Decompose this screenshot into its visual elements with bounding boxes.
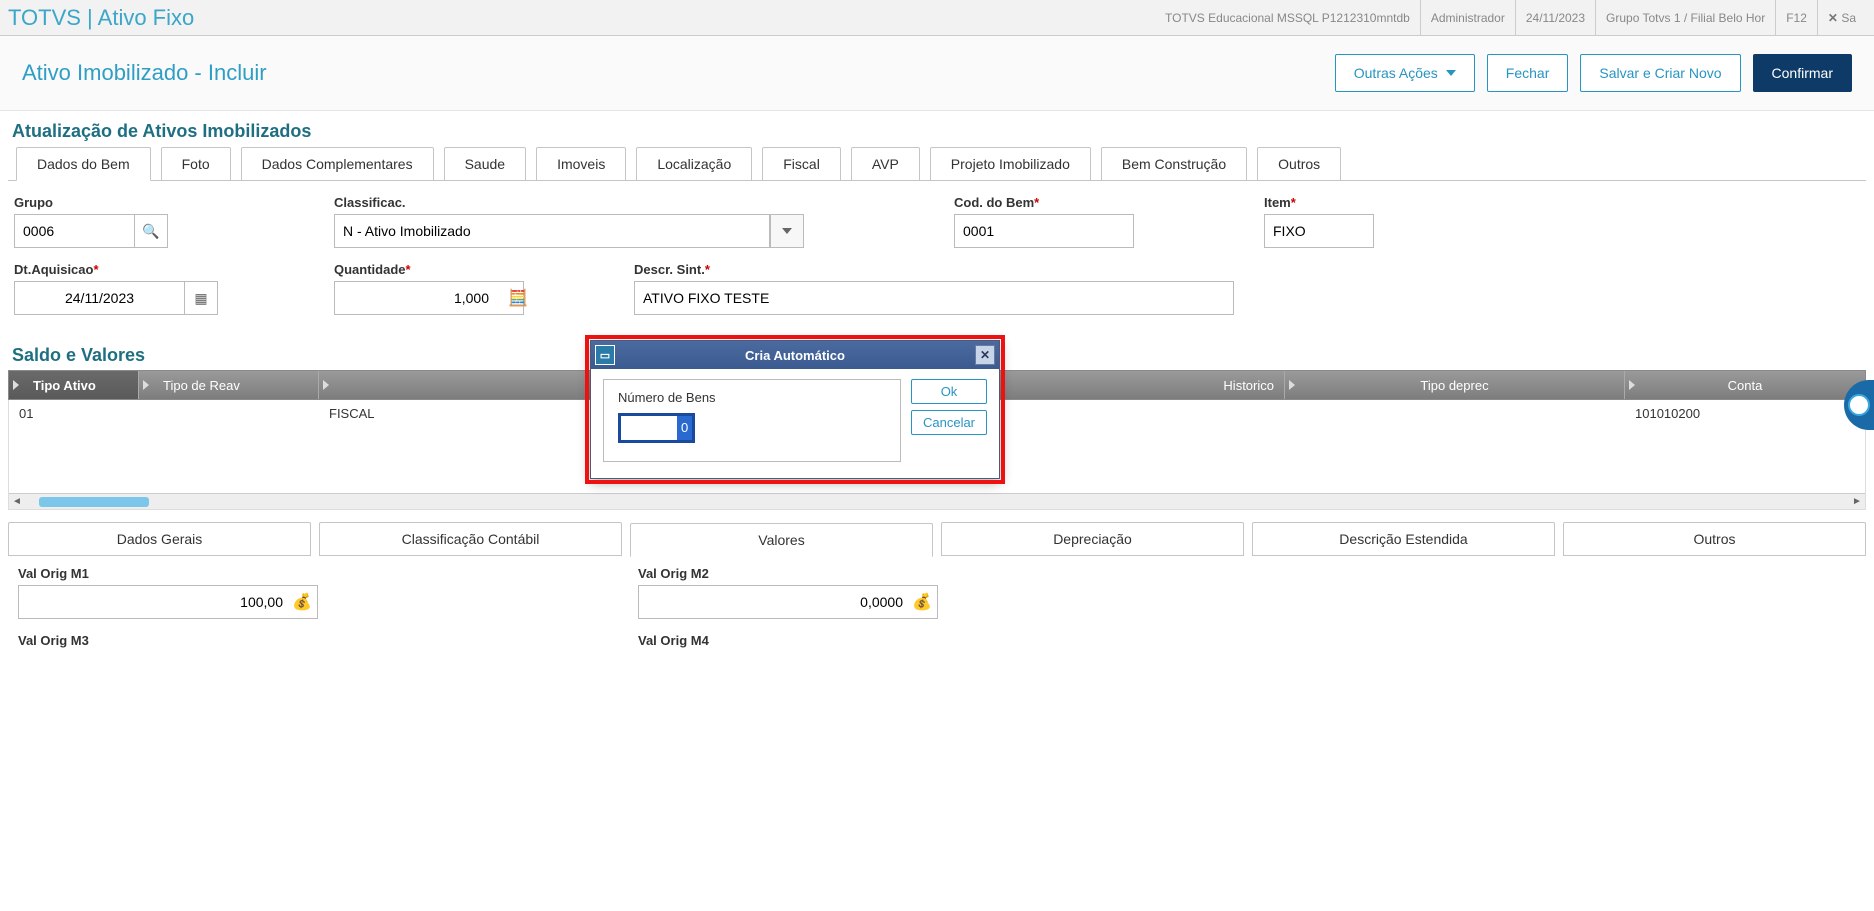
val-m4-label: Val Orig M4 [638, 633, 938, 648]
date-label: 24/11/2023 [1515, 0, 1595, 36]
tab-imoveis[interactable]: Imoveis [536, 147, 626, 181]
modal-cancel-button[interactable]: Cancelar [911, 410, 987, 435]
confirm-button[interactable]: Confirmar [1753, 54, 1852, 92]
descr-sint-label: Descr. Sint.* [634, 262, 1234, 277]
numero-bens-input-wrap[interactable]: 0 [618, 413, 695, 443]
numero-bens-input[interactable]: 0 [677, 416, 692, 440]
money-icon[interactable]: 💰 [292, 592, 312, 612]
modal-titlebar[interactable]: ▭ Cria Automático ✕ [591, 341, 999, 369]
tab-dados-complementares[interactable]: Dados Complementares [241, 147, 434, 181]
subtab-outros[interactable]: Outros [1563, 522, 1866, 556]
col-conta[interactable]: Conta [1728, 378, 1763, 393]
classificac-label: Classificac. [334, 195, 804, 210]
page-subtitle: Ativo Imobilizado - Incluir [22, 60, 267, 86]
app-title: TOTVS | Ativo Fixo [8, 5, 194, 31]
modal-title-text: Cria Automático [745, 348, 845, 363]
close-window[interactable]: ✕ Sa [1817, 0, 1866, 36]
tab-dados-do-bem[interactable]: Dados do Bem [16, 147, 151, 181]
dt-aquisicao-input[interactable] [14, 281, 184, 315]
money-icon[interactable]: 💰 [912, 592, 932, 612]
grupo-input[interactable] [14, 214, 134, 248]
tab-localizacao[interactable]: Localização [636, 147, 752, 181]
tab-bem-construcao[interactable]: Bem Construção [1101, 147, 1247, 181]
cell-conta: 101010200 [1625, 406, 1865, 421]
subtab-dados-gerais[interactable]: Dados Gerais [8, 522, 311, 556]
scroll-right-icon[interactable]: ► [1849, 494, 1865, 510]
env-label: TOTVS Educacional MSSQL P1212310mntdb [1155, 0, 1420, 36]
item-input[interactable] [1264, 214, 1374, 248]
close-icon: ✕ [980, 348, 990, 362]
tab-foto[interactable]: Foto [161, 147, 231, 181]
fkey-label[interactable]: F12 [1775, 0, 1817, 36]
close-button[interactable]: Fechar [1487, 54, 1569, 92]
item-label: Item* [1264, 195, 1374, 210]
descr-sint-input[interactable] [634, 281, 1234, 315]
window-icon: ▭ [595, 345, 615, 365]
quantidade-input[interactable] [334, 281, 524, 315]
val-m2-input[interactable] [638, 585, 938, 619]
subtab-descricao-estendida[interactable]: Descrição Estendida [1252, 522, 1555, 556]
user-label: Administrador [1420, 0, 1515, 36]
subtab-classificacao-contabil[interactable]: Classificação Contábil [319, 522, 622, 556]
calendar-icon: ▦ [194, 290, 207, 307]
modal-cria-automatico: ▭ Cria Automático ✕ Número de Bens 0 Ok … [590, 340, 1000, 479]
sort-indicator-icon [13, 380, 19, 390]
val-m1-label: Val Orig M1 [18, 566, 318, 581]
help-icon [1848, 394, 1870, 416]
scroll-thumb[interactable] [39, 497, 149, 507]
subtab-depreciacao[interactable]: Depreciação [941, 522, 1244, 556]
grupo-label: Grupo [14, 195, 174, 210]
val-m1-input[interactable] [18, 585, 318, 619]
section-assets-title: Atualização de Ativos Imobilizados [0, 111, 1874, 146]
col-tipo-ativo[interactable]: Tipo Ativo [33, 378, 96, 393]
grid-horizontal-scrollbar[interactable]: ◄ ► [9, 493, 1865, 509]
cell-tipo-ativo: 01 [9, 406, 139, 421]
topbar: TOTVS | Ativo Fixo TOTVS Educacional MSS… [0, 0, 1874, 36]
col-historico[interactable]: Historico [1223, 378, 1274, 393]
topbar-right: TOTVS Educacional MSSQL P1212310mntdb Ad… [1155, 0, 1866, 36]
sort-indicator-icon [1289, 380, 1295, 390]
grupo-lookup-button[interactable]: 🔍 [134, 214, 168, 248]
sort-indicator-icon [1629, 380, 1635, 390]
main-tabs: Dados do Bem Foto Dados Complementares S… [8, 146, 1866, 180]
sort-indicator-icon [323, 380, 329, 390]
cell-tipo-deprec [1285, 406, 1625, 421]
col-tipo-deprec[interactable]: Tipo deprec [1420, 378, 1488, 393]
sort-indicator-icon [143, 380, 149, 390]
scroll-left-icon[interactable]: ◄ [9, 494, 25, 510]
tab-outros[interactable]: Outros [1257, 147, 1341, 181]
caret-down-icon [782, 228, 792, 234]
actionbar: Ativo Imobilizado - Incluir Outras Ações… [0, 36, 1874, 111]
group-label: Grupo Totvs 1 / Filial Belo Hor [1595, 0, 1775, 36]
cod-bem-label: Cod. do Bem* [954, 195, 1134, 210]
tab-avp[interactable]: AVP [851, 147, 920, 181]
classificac-dropdown-button[interactable] [770, 214, 804, 248]
val-m2-label: Val Orig M2 [638, 566, 938, 581]
modal-close-button[interactable]: ✕ [975, 345, 995, 365]
sub-tabs: Dados Gerais Classificação Contábil Valo… [8, 522, 1866, 556]
quantidade-label: Quantidade* [334, 262, 534, 277]
calculator-icon[interactable]: 🧮 [508, 288, 528, 308]
subtab-valores[interactable]: Valores [630, 523, 933, 557]
tab-projeto-imobilizado[interactable]: Projeto Imobilizado [930, 147, 1091, 181]
close-icon: ✕ [1828, 11, 1838, 25]
dt-aquisicao-label: Dt.Aquisicao* [14, 262, 224, 277]
cod-bem-input[interactable] [954, 214, 1134, 248]
modal-ok-button[interactable]: Ok [911, 379, 987, 404]
tab-fiscal[interactable]: Fiscal [762, 147, 841, 181]
other-actions-button[interactable]: Outras Ações [1335, 54, 1475, 92]
search-icon: 🔍 [142, 223, 159, 240]
tab-saude[interactable]: Saude [444, 147, 526, 181]
val-m3-label: Val Orig M3 [18, 633, 318, 648]
dt-aquisicao-calendar-button[interactable]: ▦ [184, 281, 218, 315]
save-and-new-button[interactable]: Salvar e Criar Novo [1580, 54, 1740, 92]
classificac-select[interactable] [334, 214, 770, 248]
col-tipo-reav[interactable]: Tipo de Reav [163, 378, 240, 393]
numero-bens-label: Número de Bens [618, 390, 886, 405]
chevron-down-icon [1446, 70, 1456, 76]
cell-tipo-reav [139, 406, 319, 421]
